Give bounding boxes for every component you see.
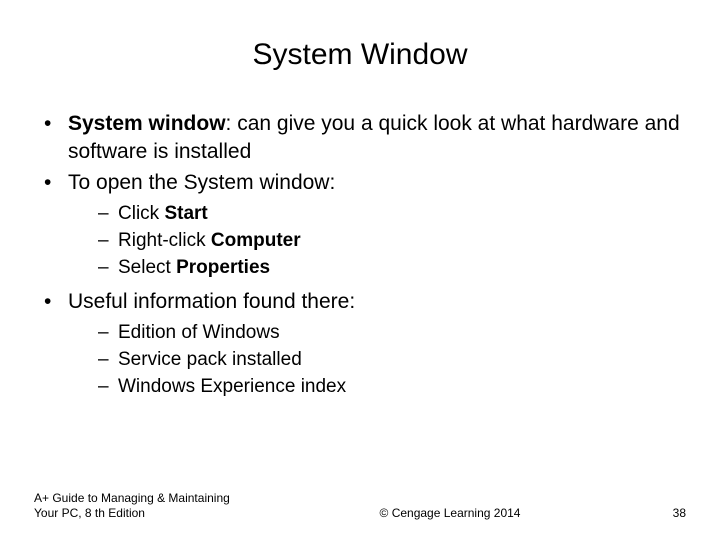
bullet-list: System window: can give you a quick look… — [34, 110, 686, 399]
sub-bullet-list: Click Start Right-click Computer Select … — [68, 201, 686, 280]
sub-bullet-text: Windows Experience index — [118, 376, 346, 397]
bullet-bold-text: System window — [68, 112, 226, 135]
sub-bullet-text: Right-click — [118, 230, 211, 251]
bullet-text: Useful information found there: — [68, 290, 355, 313]
sub-bullet-text: Service pack installed — [118, 349, 302, 370]
sub-bullet-text: Select — [118, 257, 176, 278]
footer-left-text: A+ Guide to Managing & Maintaining Your … — [34, 491, 254, 522]
footer-copyright: © Cengage Learning 2014 — [254, 506, 646, 522]
bullet-item: Useful information found there: Edition … — [44, 288, 686, 399]
sub-bullet-bold-text: Start — [164, 203, 207, 224]
sub-bullet-bold-text: Properties — [176, 257, 270, 278]
slide: System Window System window: can give yo… — [0, 0, 720, 540]
slide-footer: A+ Guide to Managing & Maintaining Your … — [34, 491, 686, 522]
sub-bullet-item: Edition of Windows — [98, 320, 686, 345]
sub-bullet-list: Edition of Windows Service pack installe… — [68, 320, 686, 399]
bullet-item: System window: can give you a quick look… — [44, 110, 686, 165]
sub-bullet-item: Service pack installed — [98, 347, 686, 372]
sub-bullet-item: Windows Experience index — [98, 374, 686, 399]
sub-bullet-item: Right-click Computer — [98, 228, 686, 253]
bullet-item: To open the System window: Click Start R… — [44, 169, 686, 280]
page-number: 38 — [646, 506, 686, 522]
sub-bullet-item: Select Properties — [98, 255, 686, 280]
sub-bullet-bold-text: Computer — [211, 230, 301, 251]
sub-bullet-text: Edition of Windows — [118, 322, 280, 343]
bullet-text: To open the System window: — [68, 171, 335, 194]
slide-title: System Window — [34, 38, 686, 72]
sub-bullet-text: Click — [118, 203, 164, 224]
sub-bullet-item: Click Start — [98, 201, 686, 226]
